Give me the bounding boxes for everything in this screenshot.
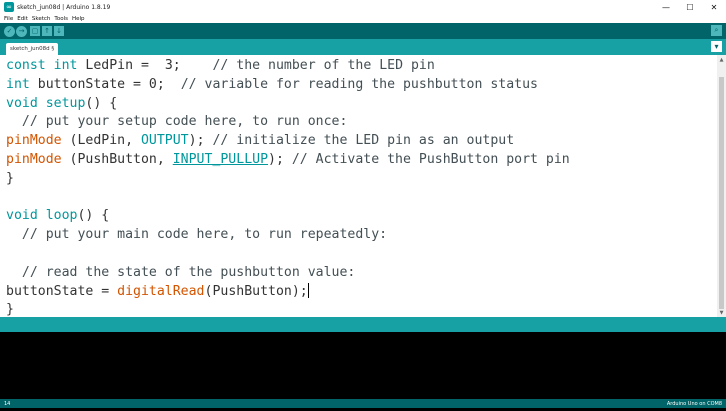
scrollbar-thumb[interactable] (719, 77, 724, 309)
menu-tools[interactable]: Tools (54, 16, 68, 22)
code-line: pinMode (LedPin, OUTPUT); // initialize … (6, 133, 515, 149)
maximize-button[interactable]: ☐ (678, 0, 702, 14)
title-bar: ∞ sketch_jun08d | Arduino 1.8.19 — ☐ ✕ (0, 0, 726, 14)
line-number: 14 (4, 400, 11, 407)
new-sketch-button[interactable]: ▢ (30, 26, 40, 36)
verify-button[interactable]: ✓ (4, 25, 15, 37)
save-sketch-button[interactable]: ↓ (54, 26, 64, 36)
tab-strip: sketch_jun08d § ▾ (0, 39, 726, 55)
serial-monitor-button[interactable]: ⌕ (711, 25, 722, 36)
code-line: // put your main code here, to run repea… (21, 227, 388, 243)
code-line: void setup() { (6, 95, 118, 111)
close-button[interactable]: ✕ (702, 0, 726, 14)
arrow-up-icon: ↑ (44, 26, 50, 35)
code-editor[interactable]: const int LedPin = 3; // the number of t… (0, 55, 726, 317)
code-line: int buttonState = 0; // variable for rea… (6, 76, 538, 92)
window-title: sketch_jun08d | Arduino 1.8.19 (17, 3, 111, 11)
menu-file[interactable]: File (4, 16, 13, 22)
code-line: } (6, 170, 14, 186)
scroll-up-icon[interactable]: ▲ (717, 55, 726, 64)
menu-sketch[interactable]: Sketch (32, 16, 51, 22)
menu-bar: File Edit Sketch Tools Help (0, 14, 726, 23)
new-file-icon: ▢ (31, 26, 39, 35)
toolbar: ✓ → ▢ ↑ ↓ ⌕ (0, 23, 726, 39)
code-line: pinMode (PushButton, INPUT_PULLUP); // A… (6, 151, 570, 167)
checkmark-icon: ✓ (6, 26, 13, 35)
menu-edit[interactable]: Edit (17, 16, 28, 22)
code-line: buttonState = digitalRead(PushButton); (6, 282, 309, 299)
chevron-down-icon: ▾ (714, 42, 719, 51)
window-controls: — ☐ ✕ (654, 0, 726, 14)
vertical-scrollbar[interactable]: ▲ ▼ (717, 55, 726, 317)
arduino-infinity-icon: ∞ (4, 2, 14, 12)
status-bar: 14 Arduino Uno on COM8 (0, 399, 726, 408)
tab-menu-button[interactable]: ▾ (711, 41, 722, 52)
board-port-label: Arduino Uno on COM8 (666, 400, 722, 407)
minimize-button[interactable]: — (654, 0, 678, 14)
open-sketch-button[interactable]: ↑ (42, 26, 52, 36)
code-line: // put your setup code here, to run once… (21, 114, 348, 130)
code-line: const int LedPin = 3; // the number of t… (6, 58, 435, 73)
code-line: void loop() { (6, 208, 110, 224)
magnifier-icon: ⌕ (714, 26, 719, 34)
code-line: // read the state of the pushbutton valu… (21, 264, 356, 280)
text-caret (307, 282, 309, 298)
scroll-down-icon[interactable]: ▼ (717, 308, 726, 317)
message-bar (0, 317, 726, 332)
tab-sketch[interactable]: sketch_jun08d § (6, 43, 59, 55)
arrow-right-icon: → (18, 26, 25, 35)
arrow-down-icon: ↓ (56, 26, 62, 35)
console-output (0, 332, 726, 399)
upload-button[interactable]: → (16, 25, 27, 37)
menu-help[interactable]: Help (72, 16, 85, 22)
tab-label: sketch_jun08d § (10, 46, 55, 52)
